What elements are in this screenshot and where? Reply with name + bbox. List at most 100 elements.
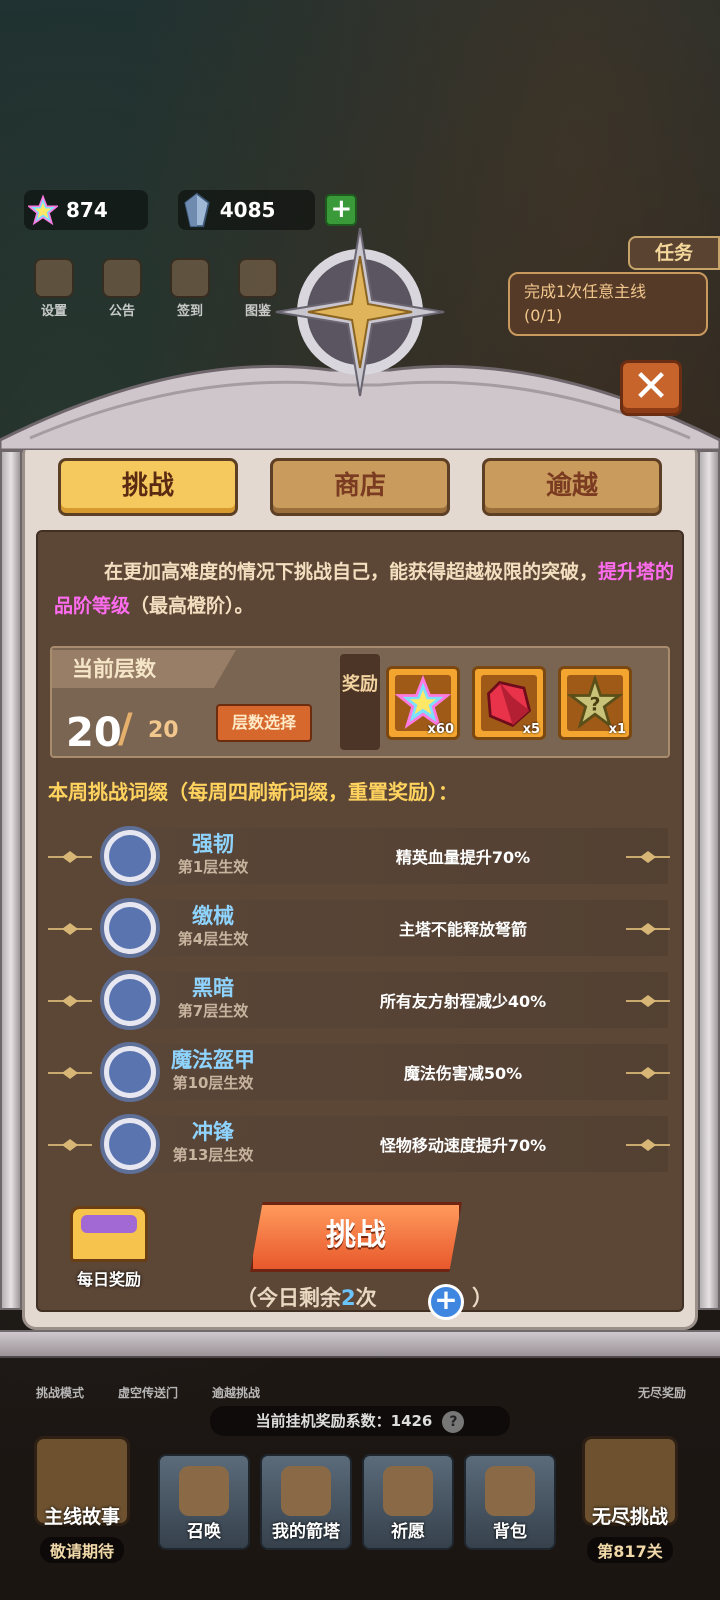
mode-label[interactable]: 挑战模式 [36, 1384, 84, 1401]
star-resource: 874 [24, 190, 148, 230]
reward-item[interactable]: x5 [472, 666, 546, 740]
notice-icon [102, 258, 142, 298]
task-panel[interactable]: 完成1次任意主线 (0/1) [508, 272, 708, 336]
panel-bottom-frame [0, 1330, 720, 1358]
daily-reward-label: 每日奖励 [76, 1270, 141, 1289]
affix-row: 缴械 第4层生效 主塔不能释放弩箭 [48, 898, 678, 958]
affix-effect: 主塔不能释放弩箭 [398, 920, 527, 939]
right-pillar [698, 450, 720, 1310]
reward-count: x5 [522, 722, 540, 737]
bottom-nav: 主线故事 敬请期待 召唤 我的箭塔 祈愿 背包 无尽挑战 第817关 [20, 1436, 700, 1586]
reward-item[interactable]: ? x1 [558, 666, 632, 740]
remaining-count: 2 [341, 1286, 356, 1310]
add-attempts-button[interactable]: + [428, 1284, 464, 1320]
affix-name: 黑暗 [192, 976, 234, 1000]
darkness-eye-icon [100, 970, 160, 1030]
toolbar: 设置 公告 签到 图鉴 [30, 258, 282, 319]
weekly-affix-title: 本周挑战词缀（每周四刷新词缀，重置奖励）： [48, 780, 458, 804]
diamond-ornament-icon [626, 995, 670, 1007]
idle-reward-coefficient: 当前挂机奖励系数：1426? [210, 1406, 510, 1436]
diamond-ornament-icon [48, 1139, 92, 1151]
tab-shop[interactable]: 商店 [270, 458, 450, 516]
floor-separator: / [118, 706, 133, 752]
wish-star-icon [383, 1466, 433, 1516]
mode-label[interactable]: 虚空传送门 [118, 1384, 178, 1401]
gem-value: 4085 [219, 198, 276, 222]
floor-select-button[interactable]: 层数选择 [216, 704, 312, 742]
diamond-ornament-icon [626, 1139, 670, 1151]
challenge-button[interactable]: 挑战 [250, 1202, 462, 1272]
nav-main-story[interactable]: 主线故事 敬请期待 [20, 1436, 144, 1563]
close-button[interactable]: ✕ [620, 360, 682, 416]
checkin-button[interactable]: 签到 [166, 258, 214, 319]
notice-button[interactable]: 公告 [98, 258, 146, 319]
affix-effect: 魔法伤害减50% [403, 1064, 523, 1083]
floor-header: 当前层数 [52, 650, 236, 688]
backpack-icon [485, 1466, 535, 1516]
task-tab[interactable]: 任务 [628, 236, 720, 270]
blue-gem-icon [184, 192, 210, 228]
tower-icon [281, 1466, 331, 1516]
affix-floor: 第4层生效 [177, 930, 249, 948]
treasure-chest-icon [70, 1206, 148, 1262]
challenge-description: 在更加高难度的情况下挑战自己，能获得超越极限的突破，提升塔的品阶等级（最高橙阶）… [54, 561, 675, 617]
gear-icon [34, 258, 74, 298]
tab-bar: 挑战 商店 逾越 [58, 458, 662, 516]
affix-row: 强韧 第1层生效 精英血量提升70% [48, 826, 678, 886]
diamond-ornament-icon [626, 923, 670, 935]
affix-effect: 所有友方射程减少40% [379, 992, 547, 1011]
affix-name: 冲锋 [192, 1120, 234, 1144]
summon-scroll-icon [179, 1466, 229, 1516]
charge-affix-icon [100, 1114, 160, 1174]
nav-summon[interactable]: 召唤 [158, 1454, 250, 1550]
reward-count: x1 [608, 722, 626, 737]
compass-emblem-icon [275, 227, 445, 397]
reward-item[interactable]: x60 [386, 666, 460, 740]
nav-wish[interactable]: 祈愿 [362, 1454, 454, 1550]
affix-name: 缴械 [192, 904, 234, 928]
diamond-ornament-icon [48, 923, 92, 935]
floor-max: 20 [148, 718, 179, 743]
help-icon[interactable]: ? [442, 1410, 465, 1433]
diamond-ornament-icon [48, 995, 92, 1007]
tab-challenge[interactable]: 挑战 [58, 458, 238, 516]
star-value: 874 [66, 198, 108, 222]
floor-current: 20 [66, 710, 122, 756]
diamond-ornament-icon [626, 1067, 670, 1079]
diamond-ornament-icon [48, 851, 92, 863]
affix-row: 魔法盔甲 第10层生效 魔法伤害减50% [48, 1042, 678, 1102]
affix-name: 强韧 [192, 832, 234, 856]
scroll-icon [170, 258, 210, 298]
affix-effect: 怪物移动速度提升70% [379, 1136, 547, 1155]
diamond-ornament-icon [626, 851, 670, 863]
nav-my-tower[interactable]: 我的箭塔 [260, 1454, 352, 1550]
affix-name: 魔法盔甲 [171, 1048, 255, 1072]
mode-label[interactable]: 无尽奖励 [638, 1384, 686, 1401]
tab-transcend[interactable]: 逾越 [482, 458, 662, 516]
mode-label[interactable]: 逾越挑战 [212, 1384, 260, 1401]
affix-floor: 第7层生效 [177, 1002, 249, 1020]
tough-affix-icon [100, 826, 160, 886]
affix-floor: 第1层生效 [177, 858, 249, 876]
nav-endless-challenge[interactable]: 无尽挑战 第817关 [568, 1436, 692, 1563]
reward-label: 奖励 [340, 654, 380, 750]
daily-reward-button[interactable]: 每日奖励 [64, 1206, 154, 1290]
affix-floor: 第10层生效 [172, 1074, 254, 1092]
diamond-ornament-icon [48, 1067, 92, 1079]
rainbow-star-icon [28, 194, 58, 226]
task-progress: (0/1) [524, 306, 563, 325]
mode-labels: 挑战模式 虚空传送门 逾越挑战 无尽奖励 [36, 1384, 686, 1401]
magic-armor-icon [100, 1042, 160, 1102]
reward-count: x60 [427, 722, 454, 737]
svg-text:?: ? [590, 694, 601, 715]
affix-effect: 精英血量提升70% [395, 848, 531, 867]
disarm-affix-icon [100, 898, 160, 958]
nav-backpack[interactable]: 背包 [464, 1454, 556, 1550]
left-pillar [0, 450, 22, 1310]
remaining-attempts: （今日剩余2次 [236, 1286, 377, 1310]
affix-row: 黑暗 第7层生效 所有友方射程减少40% [48, 970, 678, 1030]
affix-floor: 第13层生效 [172, 1146, 254, 1164]
affix-row: 冲锋 第13层生效 怪物移动速度提升70% [48, 1114, 678, 1174]
settings-button[interactable]: 设置 [30, 258, 78, 319]
task-text: 完成1次任意主线 [524, 282, 647, 301]
